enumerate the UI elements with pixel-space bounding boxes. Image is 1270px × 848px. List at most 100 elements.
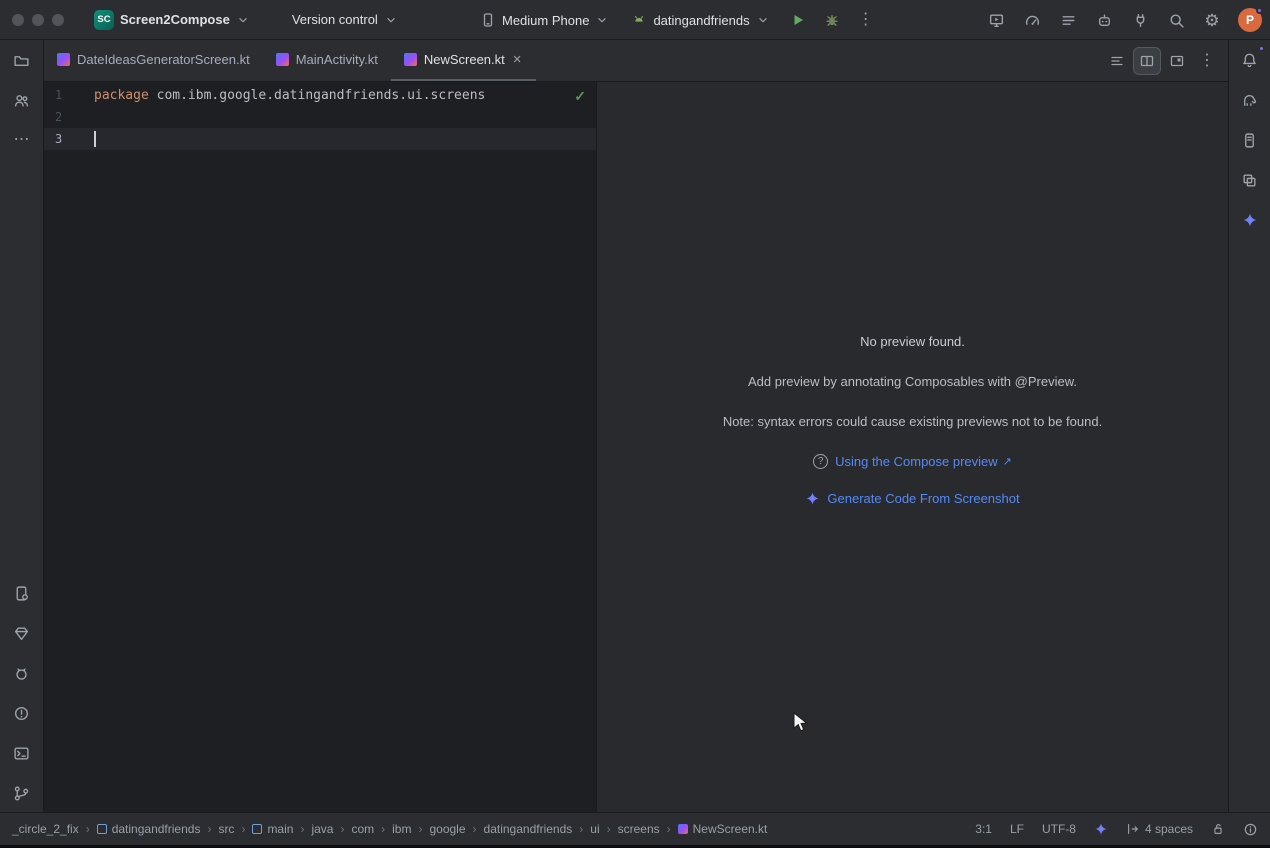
problems-tool-button[interactable] — [8, 699, 36, 727]
editor-column: DateIdeasGeneratorScreen.kt MainActivity… — [44, 40, 1228, 812]
breadcrumb-label: datingandfriends — [484, 822, 573, 836]
vcs-widget[interactable]: Version control — [284, 8, 406, 31]
app-quality-insights-button[interactable] — [8, 619, 36, 647]
breadcrumb-item[interactable]: java — [311, 822, 333, 836]
statusbar-widgets: 3:1 LF UTF-8 4 spaces — [975, 822, 1258, 837]
module-icon — [97, 824, 107, 834]
line-number: 2 — [44, 110, 70, 124]
breadcrumb-item[interactable]: _circle_2_fix — [12, 822, 79, 836]
minimize-button[interactable] — [32, 14, 44, 26]
gemini-tool-button[interactable] — [1236, 206, 1264, 234]
gemini-sparkle-icon — [1094, 822, 1108, 836]
settings-button[interactable]: ⚙ — [1198, 6, 1226, 34]
kotlin-file-icon — [404, 53, 417, 66]
breadcrumb-item[interactable]: NewScreen.kt — [678, 822, 768, 836]
notifications-button[interactable] — [1236, 46, 1264, 74]
caret-position-widget[interactable]: 3:1 — [975, 822, 992, 836]
project-widget[interactable]: SC Screen2Compose — [86, 6, 258, 34]
more-tool-windows-button[interactable]: ⋯ — [8, 126, 36, 154]
module-icon — [252, 824, 262, 834]
code-line-1[interactable]: 1 package com.ibm.google.datingandfriend… — [44, 84, 596, 106]
tab-label: MainActivity.kt — [296, 52, 378, 67]
compose-preview-docs-link[interactable]: ? Using the Compose preview ↗ — [597, 454, 1228, 469]
tab-mainactivity[interactable]: MainActivity.kt — [263, 40, 391, 81]
collaboration-tool-button[interactable] — [8, 86, 36, 114]
generate-code-from-screenshot-link[interactable]: Generate Code From Screenshot — [597, 491, 1228, 506]
chevron-down-icon — [236, 13, 250, 27]
code-editor[interactable]: 1 package com.ibm.google.datingandfriend… — [44, 82, 596, 812]
readonly-toggle[interactable] — [1211, 822, 1225, 836]
breadcrumb-label: main — [267, 822, 293, 836]
breadcrumb-item[interactable]: ibm — [392, 822, 411, 836]
account-widget[interactable]: P — [1238, 8, 1262, 32]
breadcrumb-item[interactable]: datingandfriends — [97, 822, 201, 836]
breadcrumb-separator: › — [381, 822, 385, 836]
breadcrumb-separator: › — [300, 822, 304, 836]
tab-newscreen[interactable]: NewScreen.kt × — [391, 40, 536, 81]
code-line-3[interactable]: 3 — [44, 128, 596, 150]
logcat-button[interactable] — [1054, 6, 1082, 34]
breadcrumb-item[interactable]: ui — [590, 822, 599, 836]
device-explorer-button[interactable] — [1236, 126, 1264, 154]
build-variants-button[interactable] — [1236, 166, 1264, 194]
logcat-tool-button[interactable] — [8, 659, 36, 687]
debug-button[interactable] — [818, 6, 846, 34]
preview-message-add-preview: Add preview by annotating Composables wi… — [597, 374, 1228, 389]
gem-icon — [13, 625, 30, 642]
project-tool-button[interactable] — [8, 46, 36, 74]
editor-more-options-button[interactable]: ⋮ — [1194, 48, 1220, 74]
split-view-icon — [1139, 53, 1155, 69]
code-view-button[interactable] — [1104, 48, 1130, 74]
indent-widget[interactable]: 4 spaces — [1126, 822, 1193, 836]
bell-icon — [1241, 52, 1258, 69]
split-view-button[interactable] — [1134, 48, 1160, 74]
keyword-token: package — [94, 88, 149, 103]
running-devices-button[interactable] — [982, 6, 1010, 34]
close-button[interactable] — [12, 14, 24, 26]
run-button[interactable] — [784, 6, 812, 34]
ai-assistant-button[interactable] — [1090, 6, 1118, 34]
plug-icon — [1132, 12, 1149, 29]
editor-caret — [94, 131, 96, 147]
breadcrumb-item[interactable]: screens — [618, 822, 660, 836]
breadcrumb: _circle_2_fix›datingandfriends›src›main›… — [12, 822, 767, 836]
run-configuration-selector[interactable]: datingandfriends — [623, 8, 777, 32]
zoom-button[interactable] — [52, 14, 64, 26]
users-icon — [13, 92, 30, 109]
device-manager-button[interactable] — [8, 579, 36, 607]
layers-icon — [1241, 172, 1258, 189]
inspections-ok-icon[interactable]: ✓ — [574, 88, 586, 105]
breadcrumb-item[interactable]: datingandfriends — [484, 822, 573, 836]
indent-label: 4 spaces — [1145, 822, 1193, 836]
line-separator-widget[interactable]: LF — [1010, 822, 1024, 836]
breadcrumb-item[interactable]: src — [218, 822, 234, 836]
tab-dateideasgeneratorscreen[interactable]: DateIdeasGeneratorScreen.kt — [44, 40, 263, 81]
gemini-status-button[interactable] — [1094, 822, 1108, 836]
gradle-tool-button[interactable] — [1236, 86, 1264, 114]
close-icon[interactable]: × — [512, 52, 523, 67]
profiler-button[interactable] — [1018, 6, 1046, 34]
breadcrumb-label: NewScreen.kt — [693, 822, 768, 836]
design-view-button[interactable] — [1164, 48, 1190, 74]
preview-message-syntax-note: Note: syntax errors could cause existing… — [597, 414, 1228, 429]
window-controls — [12, 14, 64, 26]
breadcrumb-item[interactable]: google — [429, 822, 465, 836]
device-mirroring-button[interactable] — [1126, 6, 1154, 34]
version-control-tool-button[interactable] — [8, 779, 36, 807]
more-actions-button[interactable]: ⋮ — [852, 6, 880, 34]
android-studio-window: { "glyphs": { "kebab": "⋮", "more": "⋯",… — [0, 0, 1270, 848]
terminal-tool-button[interactable] — [8, 739, 36, 767]
terminal-icon — [13, 745, 30, 762]
right-activity-bar — [1228, 40, 1270, 812]
device-selector[interactable]: Medium Phone — [472, 8, 617, 32]
git-branch-icon — [13, 785, 30, 802]
profiler-icon — [1024, 12, 1041, 29]
preview-message-no-preview: No preview found. — [597, 334, 1228, 349]
encoding-widget[interactable]: UTF-8 — [1042, 822, 1076, 836]
breadcrumb-item[interactable]: com — [351, 822, 374, 836]
breadcrumb-item[interactable]: main — [252, 822, 293, 836]
notification-dot — [1258, 45, 1265, 52]
code-line-2[interactable]: 2 — [44, 106, 596, 128]
editor-info-widget[interactable] — [1243, 822, 1258, 837]
search-everywhere-button[interactable] — [1162, 6, 1190, 34]
